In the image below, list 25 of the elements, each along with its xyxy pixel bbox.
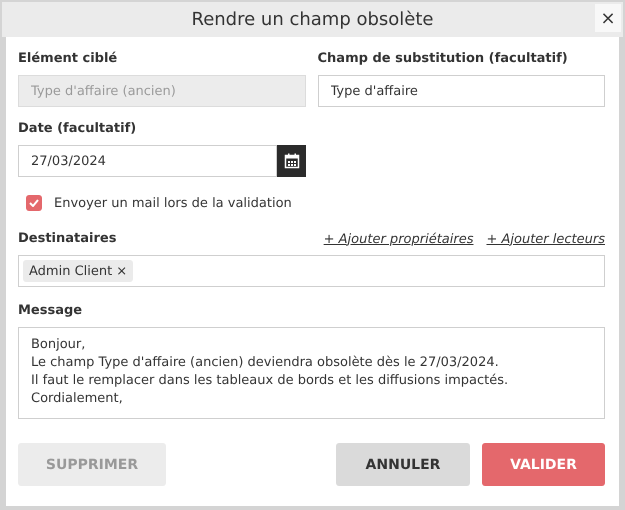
field-label: Message bbox=[18, 302, 84, 320]
remove-button[interactable]: × bbox=[116, 264, 128, 278]
date-field[interactable]: 27/03/2024 bbox=[18, 145, 278, 177]
message-line: Le champ Type d'affaire (ancien) deviendra obsolète dès le 27/03/2024. bbox=[31, 354, 500, 372]
calendar-button[interactable] bbox=[277, 145, 306, 177]
message-line: Cordialement, bbox=[31, 390, 124, 408]
message-line: Il faut le remplacer dans les tableaux de bords et les diffusions impactés. bbox=[31, 372, 510, 390]
message-line: Bonjour, bbox=[31, 336, 86, 354]
recipient-tag: Admin Client × bbox=[23, 260, 134, 282]
field-label: Elément ciblé bbox=[18, 50, 118, 68]
checkbox[interactable] bbox=[26, 195, 42, 211]
field-label: Destinataires bbox=[18, 230, 116, 248]
message-field[interactable]: Bonjour, Le champ Type d'affaire (ancien) deviendra obsolète dès le 27/03/2024. Il faut le remplacer dans les tableaux de bords et les diffusions impactés. Cordialement, bbox=[18, 327, 605, 419]
calendar-icon bbox=[284, 153, 300, 169]
dialog-title: Rendre un champ obsolète bbox=[192, 9, 434, 30]
recipients-field[interactable]: Admin Client × bbox=[18, 255, 605, 287]
add-link[interactable]: + Ajouter lecteurs bbox=[486, 232, 605, 246]
field-label: Date (facultatif) bbox=[18, 120, 138, 138]
close-button[interactable]: × bbox=[595, 4, 621, 32]
field-label: Champ de substitution (facultatif) bbox=[318, 50, 569, 68]
add-link[interactable]: + Ajouter propriétaires bbox=[324, 232, 474, 246]
check-icon bbox=[29, 199, 39, 207]
substitute-field[interactable]: Type d'affaire bbox=[318, 75, 605, 107]
dialog-button[interactable]: ANNULER bbox=[336, 443, 470, 486]
checkbox-label: Envoyer un mail lors de la validation bbox=[54, 196, 292, 210]
